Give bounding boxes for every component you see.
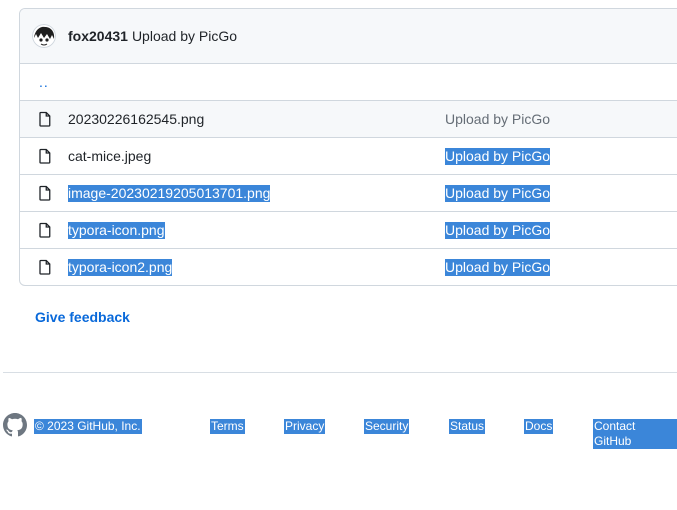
file-commit-message[interactable]: Upload by PicGo <box>445 148 551 165</box>
footer-link-status[interactable]: Status <box>449 419 486 434</box>
latest-commit-bar: fox20431 Upload by PicGo <box>20 9 677 64</box>
table-row[interactable]: typora-icon.png Upload by PicGo <box>20 211 677 248</box>
table-row[interactable]: 20230226162545.png Upload by PicGo <box>20 100 677 137</box>
file-name[interactable]: typora-icon2.png <box>68 259 173 276</box>
file-icon <box>39 185 51 201</box>
file-name[interactable]: image-20230219205013701.png <box>68 185 271 202</box>
parent-directory-link[interactable]: .. <box>39 74 49 90</box>
footer-link-security[interactable]: Security <box>364 419 410 434</box>
file-commit-message[interactable]: Upload by PicGo <box>445 259 551 276</box>
file-icon <box>39 111 51 127</box>
file-icon <box>39 222 51 238</box>
file-name[interactable]: cat-mice.jpeg <box>68 148 151 165</box>
file-icon <box>39 148 51 164</box>
commit-author[interactable]: fox20431 <box>68 28 128 44</box>
footer-link-terms[interactable]: Terms <box>210 419 245 434</box>
give-feedback-link[interactable]: Give feedback <box>35 309 130 325</box>
parent-directory-row[interactable]: .. <box>20 64 677 100</box>
file-commit-message[interactable]: Upload by PicGo <box>445 222 551 239</box>
file-commit-message[interactable]: Upload by PicGo <box>445 111 550 128</box>
table-row[interactable]: cat-mice.jpeg Upload by PicGo <box>20 137 677 174</box>
file-browser: fox20431 Upload by PicGo .. 202302261625… <box>19 8 677 286</box>
github-logo-icon[interactable] <box>3 413 27 437</box>
footer-copyright: © 2023 GitHub, Inc. <box>34 419 142 434</box>
footer-divider <box>3 372 677 373</box>
file-name[interactable]: typora-icon.png <box>68 222 165 239</box>
table-row[interactable]: typora-icon2.png Upload by PicGo <box>20 248 677 285</box>
file-commit-message[interactable]: Upload by PicGo <box>445 185 551 202</box>
file-name[interactable]: 20230226162545.png <box>68 111 204 128</box>
footer-link-docs[interactable]: Docs <box>524 419 554 434</box>
avatar[interactable] <box>32 24 56 48</box>
table-row[interactable]: image-20230219205013701.png Upload by Pi… <box>20 174 677 211</box>
file-icon <box>39 259 51 275</box>
footer-link-contact[interactable]: Contact GitHub <box>593 419 677 449</box>
commit-message[interactable]: Upload by PicGo <box>132 28 237 44</box>
footer-link-privacy[interactable]: Privacy <box>284 419 326 434</box>
